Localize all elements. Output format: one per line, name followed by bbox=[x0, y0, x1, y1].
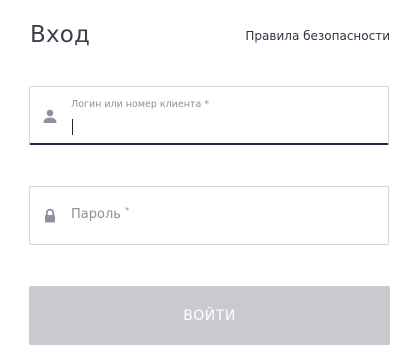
password-field[interactable]: Пароль * bbox=[29, 186, 389, 245]
required-mark: * bbox=[125, 206, 130, 215]
login-field-label: Логин или номер клиента * bbox=[71, 99, 210, 110]
login-input[interactable] bbox=[71, 115, 371, 137]
user-icon bbox=[42, 108, 58, 124]
text-cursor bbox=[72, 119, 73, 135]
password-placeholder-text: Пароль bbox=[71, 207, 121, 222]
login-submit-button[interactable]: ВОЙТИ bbox=[29, 286, 390, 345]
lock-icon bbox=[42, 208, 58, 224]
login-page: Вход Правила безопасности Логин или номе… bbox=[0, 0, 416, 361]
password-placeholder: Пароль * bbox=[71, 206, 130, 222]
page-title: Вход bbox=[30, 22, 91, 48]
security-rules-link[interactable]: Правила безопасности bbox=[245, 29, 390, 43]
login-field[interactable]: Логин или номер клиента * bbox=[29, 86, 389, 145]
